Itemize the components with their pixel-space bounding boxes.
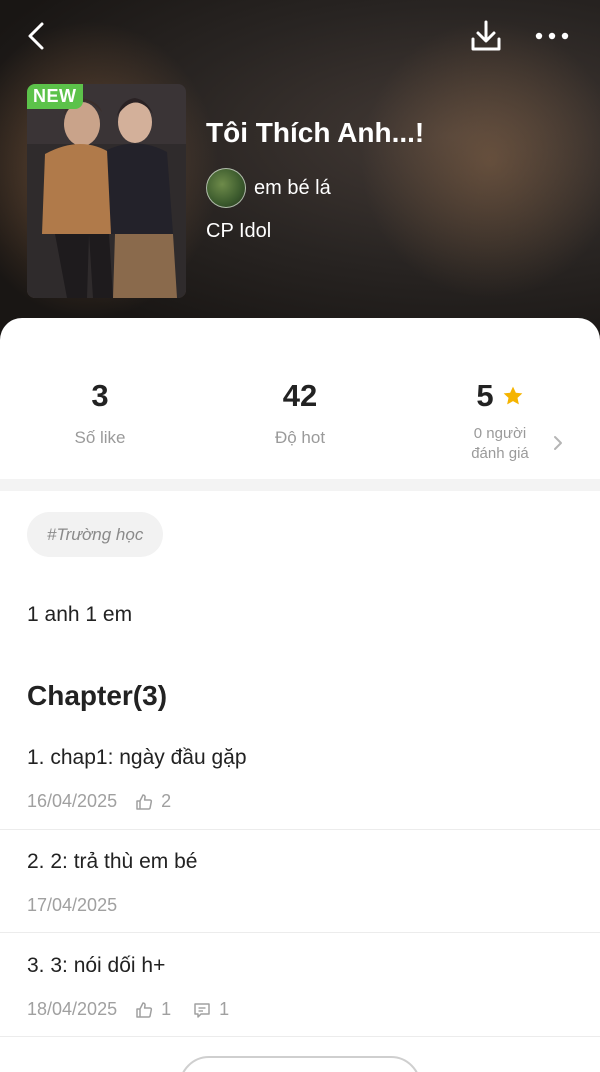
hot-count: 42	[282, 378, 318, 413]
rating-stat[interactable]: 5 0 người đánh giá	[400, 378, 600, 464]
bottom-action-button[interactable]	[179, 1056, 421, 1072]
story-title: Tôi Thích Anh...!	[206, 117, 425, 148]
chapters-heading: Chapter(3)	[27, 680, 168, 711]
chapter-title: 3. 3: nói dối h+	[27, 954, 166, 977]
thumbs-up-icon	[136, 793, 153, 810]
download-button[interactable]	[466, 16, 506, 56]
chapter-separator	[0, 932, 600, 933]
chapter-like-count: 1	[161, 999, 172, 1019]
star-icon	[503, 386, 522, 405]
stats-row: 3 Số like 42 Độ hot 5 0 người đánh giá	[0, 378, 600, 478]
story-category[interactable]: CP Idol	[206, 220, 271, 243]
tag-chip[interactable]: #Trường học	[27, 512, 164, 557]
back-arrow-icon	[28, 22, 44, 50]
likes-stat: 3 Số like	[0, 378, 200, 448]
chevron-right-icon[interactable]	[551, 434, 565, 452]
chapter-comment-count: 1	[219, 999, 230, 1019]
chapter-title: 1. chap1: ngày đầu gặp	[27, 746, 247, 769]
author-row[interactable]: em bé lá	[206, 168, 331, 208]
download-icon	[471, 20, 501, 51]
chapter-item[interactable]: 1. chap1: ngày đầu gặp 16/04/2025 2	[0, 746, 600, 849]
author-avatar[interactable]	[206, 168, 246, 208]
hot-stat: 42 Độ hot	[200, 378, 400, 448]
comment-icon	[194, 1002, 210, 1018]
more-options-button[interactable]	[532, 16, 572, 56]
story-cover-image[interactable]: NEW	[27, 84, 186, 298]
rating-value: 5	[476, 378, 494, 413]
section-divider	[0, 479, 600, 491]
author-name[interactable]: em bé lá	[254, 177, 331, 200]
new-badge: NEW	[27, 84, 83, 109]
chapter-date: 17/04/2025	[27, 895, 118, 915]
chapter-separator	[0, 1036, 600, 1037]
chapter-like-count: 2	[161, 791, 172, 811]
chapter-item[interactable]: 2. 2: trả thù em bé 17/04/2025	[0, 850, 600, 953]
likes-count: 3	[91, 378, 109, 413]
rating-count-label-2: đánh giá	[471, 445, 529, 462]
story-description: 1 anh 1 em	[27, 603, 133, 626]
chapter-separator	[0, 829, 600, 830]
chapter-date: 18/04/2025	[27, 999, 118, 1019]
thumbs-up-icon	[136, 1001, 153, 1018]
cover-illustration	[27, 84, 186, 298]
chapter-item[interactable]: 3. 3: nói dối h+ 18/04/2025 1 1	[0, 954, 600, 1057]
more-dots-icon	[535, 32, 569, 40]
rating-count-label: 0 người	[473, 425, 527, 442]
chapter-title: 2. 2: trả thù em bé	[27, 850, 198, 873]
hot-label: Độ hot	[274, 428, 326, 447]
likes-label: Số like	[74, 428, 126, 447]
chapter-date: 16/04/2025	[27, 791, 118, 811]
back-button[interactable]	[16, 16, 56, 56]
